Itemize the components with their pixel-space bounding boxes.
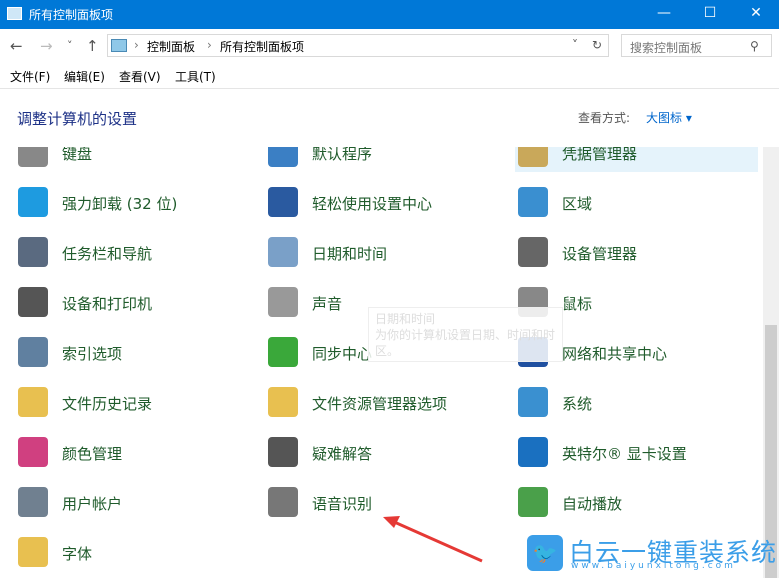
annotation-arrow bbox=[383, 516, 483, 563]
watermark-url: www.baiyunxitong.com bbox=[571, 561, 736, 571]
bird-icon: 🐦 bbox=[527, 535, 563, 571]
